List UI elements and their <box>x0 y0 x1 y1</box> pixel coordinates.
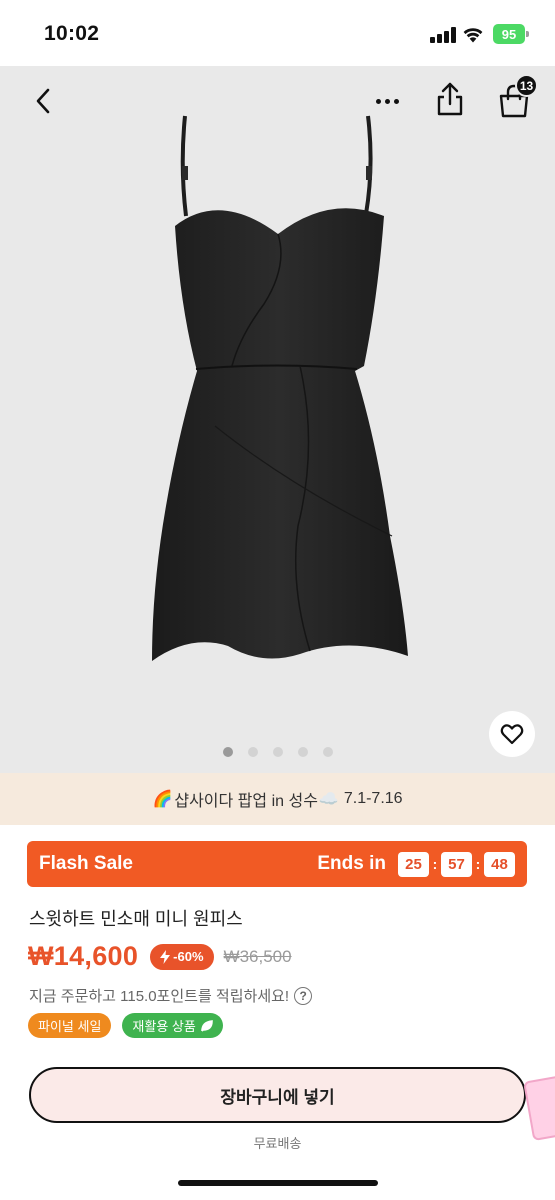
cart-count-badge: 13 <box>515 74 538 97</box>
back-icon <box>36 88 50 114</box>
sale-price: ₩14,600 <box>28 941 139 971</box>
lightning-icon <box>160 949 171 964</box>
tag-recycled[interactable]: 재활용 상품 <box>122 1013 223 1038</box>
help-icon[interactable]: ? <box>294 986 313 1005</box>
more-icon <box>375 98 381 104</box>
discount-badge: -60% <box>150 943 214 970</box>
share-icon <box>437 82 463 116</box>
flash-sale-bar: Flash Sale Ends in 25 : 57 : 48 <box>27 841 527 887</box>
ends-in-label: Ends in <box>317 853 386 874</box>
countdown-minutes: 57 <box>441 851 472 877</box>
wifi-icon <box>461 24 485 44</box>
status-time: 10:02 <box>44 22 100 45</box>
promo-text: 샵사이다 팝업 in 성수 <box>174 793 318 810</box>
page-dot[interactable] <box>322 747 333 757</box>
original-price: ₩36,500 <box>223 946 292 966</box>
rainbow-icon: 🌈 <box>152 791 173 808</box>
page-dot[interactable] <box>222 747 233 757</box>
home-indicator <box>178 1180 378 1186</box>
leaf-icon <box>201 1019 213 1032</box>
product-gallery[interactable] <box>0 66 555 773</box>
product-tags: 파이널 세일 재활용 상품 <box>28 1013 223 1038</box>
cloud-icon: ☁️ <box>318 791 339 808</box>
discount-value: -60% <box>173 949 204 964</box>
points-info: 지금 주문하고 115.0포인트를 적립하세요! ? <box>29 985 313 1006</box>
countdown-seconds: 48 <box>484 851 515 877</box>
points-text: 지금 주문하고 115.0포인트를 적립하세요! <box>29 988 290 1005</box>
tag-final-sale[interactable]: 파이널 세일 <box>28 1013 112 1038</box>
tag-label: 파이널 세일 <box>38 1019 102 1034</box>
battery-level: 95 <box>501 26 517 42</box>
page-dot[interactable] <box>247 747 258 757</box>
flash-sale-title: Flash Sale <box>39 853 133 874</box>
gallery-pagination <box>0 747 555 757</box>
page-dot[interactable] <box>297 747 308 757</box>
floating-sticker[interactable] <box>523 1074 555 1142</box>
status-bar: 10:02 95 <box>0 0 555 66</box>
add-to-cart-button[interactable]: 장바구니에 넣기 <box>29 1067 526 1123</box>
product-title: 스윗하트 민소매 미니 원피스 <box>29 909 243 929</box>
tag-label: 재활용 상품 <box>132 1019 196 1034</box>
page-dot[interactable] <box>272 747 283 757</box>
countdown-hours: 25 <box>398 851 429 877</box>
back-button[interactable] <box>26 84 60 118</box>
promo-dates: 7.1-7.16 <box>343 790 403 807</box>
more-button[interactable] <box>368 84 406 118</box>
share-button[interactable] <box>433 80 467 118</box>
price-row: ₩14,600 -60% ₩36,500 <box>28 941 292 972</box>
promo-banner[interactable]: 🌈 샵사이다 팝업 in 성수 ☁️ 7.1-7.16 <box>0 773 555 825</box>
signal-icon <box>430 27 456 43</box>
battery-icon: 95 <box>493 24 529 44</box>
heart-icon <box>500 724 524 745</box>
shipping-info: 무료배송 <box>253 1136 302 1151</box>
product-image <box>152 115 408 661</box>
